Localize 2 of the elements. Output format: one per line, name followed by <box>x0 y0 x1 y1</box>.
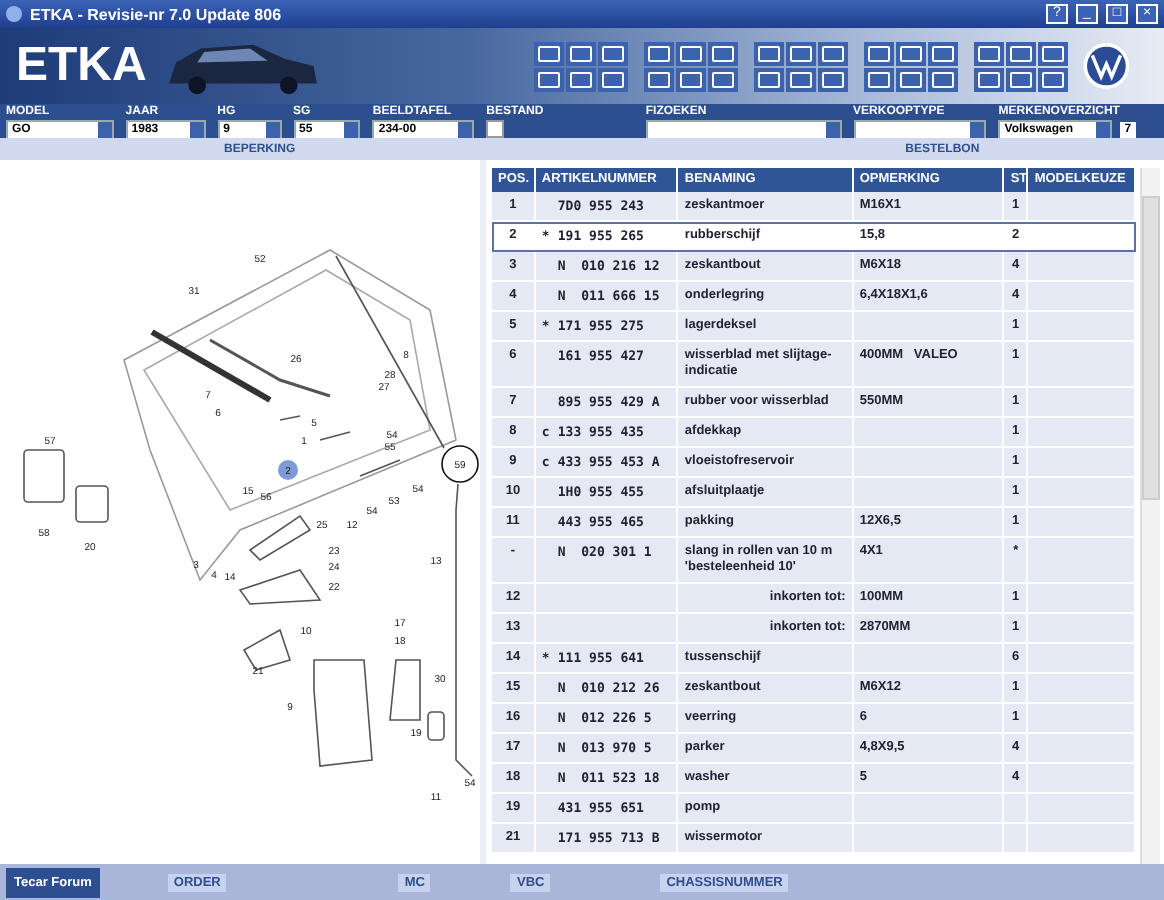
etka-logo: ETKA <box>14 38 149 94</box>
window-title: ETKA - Revisie-nr 7.0 Update 806 <box>30 5 282 23</box>
